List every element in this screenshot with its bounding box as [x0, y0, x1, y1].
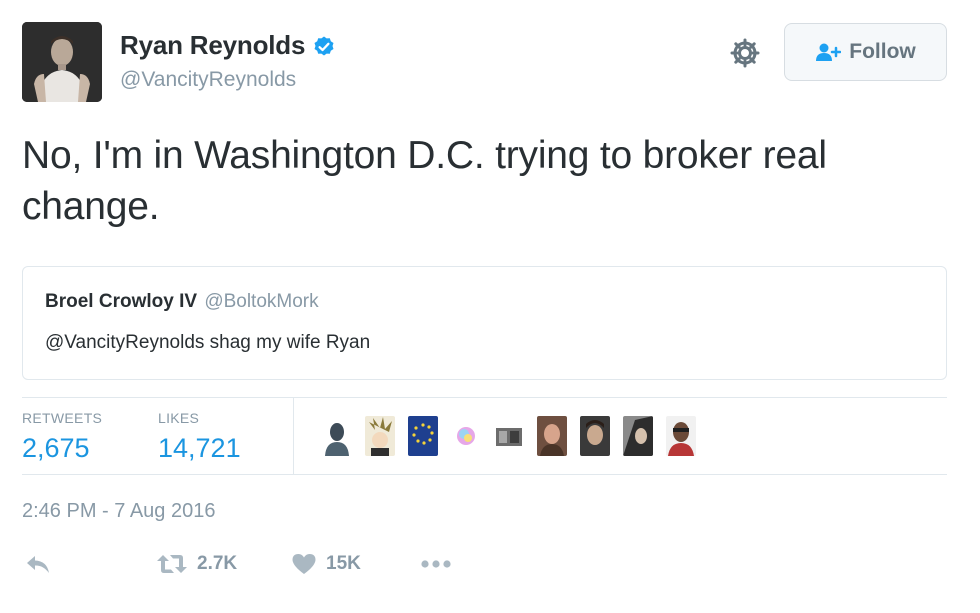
user-plus-icon: [816, 43, 842, 61]
follow-label: Follow: [849, 40, 916, 63]
liker-avatar[interactable]: [451, 416, 481, 456]
likes-stat[interactable]: LIKES 14,721: [158, 410, 241, 464]
stats-divider-top: [22, 397, 947, 398]
more-button[interactable]: [418, 552, 454, 576]
quoted-tweet-header: Broel Crowloy IV @BoltokMork: [45, 291, 319, 313]
avatar-photo: [22, 22, 102, 102]
verified-badge-icon: [314, 36, 334, 55]
quoted-tweet[interactable]: Broel Crowloy IV @BoltokMork @VancityRey…: [22, 266, 947, 380]
follow-button[interactable]: Follow: [784, 23, 947, 81]
like-count: 15K: [326, 553, 361, 574]
quoted-tweet-text: @VancityReynolds shag my wife Ryan: [45, 332, 371, 353]
retweet-count: 2.7K: [197, 553, 238, 574]
tweet-timestamp[interactable]: 2:46 PM - 7 Aug 2016: [22, 500, 215, 523]
liker-avatar[interactable]: [322, 416, 352, 456]
retweets-stat[interactable]: RETWEETS 2,675: [22, 410, 102, 464]
author-handle[interactable]: @VancityReynolds: [120, 68, 296, 92]
gear-icon[interactable]: [728, 36, 762, 70]
liker-avatar[interactable]: [623, 416, 653, 456]
liker-avatar[interactable]: [365, 416, 395, 456]
liker-avatar[interactable]: [580, 416, 610, 456]
author-name[interactable]: Ryan Reynolds: [120, 30, 305, 61]
author-name-row[interactable]: Ryan Reynolds: [120, 30, 336, 61]
liker-avatar[interactable]: [408, 416, 438, 456]
avatar[interactable]: [22, 22, 102, 102]
more-dots-icon: [421, 560, 451, 568]
liker-avatars: [322, 416, 709, 456]
stats-divider-bottom: [22, 474, 947, 475]
likes-value: 14,721: [158, 433, 241, 463]
stats-vertical-divider: [293, 398, 294, 474]
reply-icon: [27, 556, 49, 573]
retweets-value: 2,675: [22, 433, 90, 463]
like-button[interactable]: 15K: [290, 552, 361, 576]
tweet-card: Ryan Reynolds @VancityReynolds Follow No…: [0, 0, 980, 613]
heart-icon: [292, 554, 316, 574]
retweets-label: RETWEETS: [22, 410, 103, 426]
quoted-author-handle: @BoltokMork: [204, 291, 319, 312]
liker-avatar[interactable]: [494, 416, 524, 456]
reply-button[interactable]: [24, 552, 52, 576]
likes-label: LIKES: [158, 410, 200, 426]
liker-avatar[interactable]: [537, 416, 567, 456]
liker-avatar[interactable]: [666, 416, 696, 456]
retweet-button[interactable]: 2.7K: [155, 552, 237, 576]
quoted-author-name: Broel Crowloy IV: [45, 291, 198, 312]
retweet-icon: [157, 555, 187, 573]
tweet-text: No, I'm in Washington D.C. trying to bro…: [22, 134, 827, 228]
